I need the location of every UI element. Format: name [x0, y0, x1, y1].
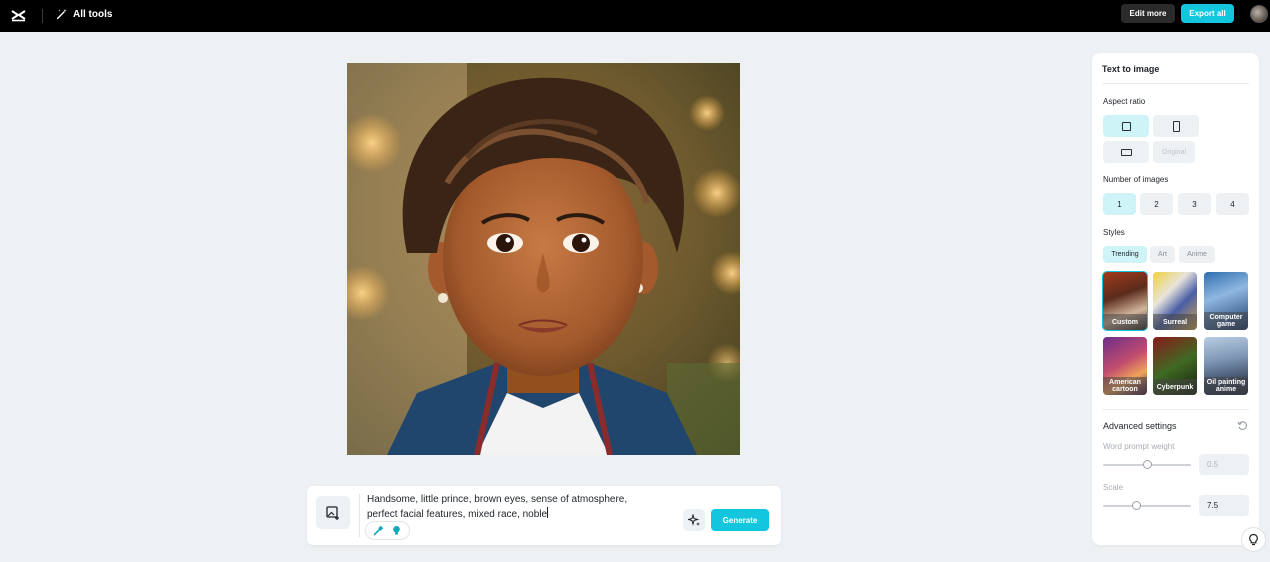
style-label: Custom: [1103, 314, 1147, 330]
divider: [359, 494, 360, 537]
portrait-ratio-icon: [1172, 120, 1180, 132]
style-card-cyberpunk[interactable]: Cyberpunk: [1153, 337, 1197, 395]
prompt-input[interactable]: Handsome, little prince, brown eyes, sen…: [367, 493, 667, 522]
style-card-american-cartoon[interactable]: American cartoon: [1103, 337, 1147, 395]
styles-label: Styles: [1103, 228, 1125, 237]
prompt-box: Handsome, little prince, brown eyes, sen…: [307, 486, 781, 545]
reset-icon[interactable]: [1237, 420, 1248, 431]
divider: [1102, 83, 1249, 84]
num-images-option-2[interactable]: 2: [1140, 193, 1173, 215]
lightbulb-icon: [1249, 533, 1258, 546]
scale-value[interactable]: 7.5: [1199, 495, 1249, 516]
help-button[interactable]: [1241, 527, 1266, 552]
aspect-landscape-option[interactable]: [1103, 141, 1149, 163]
magic-enhance-button[interactable]: [683, 509, 705, 531]
text-caret: [547, 507, 549, 518]
advanced-settings-label[interactable]: Advanced settings: [1103, 421, 1177, 431]
lightbulb-icon[interactable]: [391, 525, 402, 536]
sparkle-icon: [687, 513, 700, 526]
avatar[interactable]: [1250, 5, 1268, 23]
word-weight-slider-thumb[interactable]: [1142, 460, 1152, 469]
style-label: American cartoon: [1103, 377, 1147, 395]
image-add-icon: [326, 505, 339, 520]
square-ratio-icon: [1121, 121, 1131, 131]
aspect-original-option[interactable]: Original: [1153, 141, 1195, 163]
num-images-option-1[interactable]: 1: [1103, 193, 1136, 215]
num-images-option-4[interactable]: 4: [1216, 193, 1249, 215]
landscape-ratio-icon: [1120, 148, 1132, 156]
style-label: Surreal: [1153, 314, 1197, 330]
style-label: Computer game: [1204, 312, 1248, 330]
style-card-computer-game[interactable]: Computer game: [1204, 272, 1248, 330]
scale-label: Scale: [1103, 483, 1124, 492]
export-all-button[interactable]: Export all: [1181, 4, 1234, 23]
capcut-logo-icon[interactable]: [10, 7, 27, 24]
style-label: Cyberpunk: [1153, 379, 1197, 395]
all-tools-label: All tools: [73, 8, 113, 20]
num-images-option-3[interactable]: 3: [1178, 193, 1211, 215]
magic-wand-icon: [56, 9, 67, 20]
divider: [42, 9, 43, 23]
style-card-oil-painting-anime[interactable]: Oil painting anime: [1204, 337, 1248, 395]
style-card-custom[interactable]: Custom: [1102, 271, 1148, 331]
prompt-tools: [365, 521, 410, 540]
style-label: Oil painting anime: [1204, 377, 1248, 395]
aspect-portrait-option[interactable]: [1153, 115, 1199, 137]
prompt-text-value: Handsome, little prince, brown eyes, sen…: [367, 494, 628, 520]
number-of-images-label: Number of images: [1103, 175, 1169, 184]
generated-portrait-image[interactable]: [347, 63, 740, 455]
scale-slider-thumb[interactable]: [1131, 501, 1141, 510]
tab-art[interactable]: Art: [1150, 246, 1175, 263]
all-tools-button[interactable]: All tools: [56, 8, 112, 20]
text-to-image-panel: Text to image Aspect ratio Original Numb…: [1092, 53, 1259, 545]
style-card-surreal[interactable]: Surreal: [1153, 272, 1197, 330]
edit-more-button[interactable]: Edit more: [1121, 4, 1175, 23]
panel-title: Text to image: [1102, 64, 1160, 74]
scale-slider[interactable]: [1103, 505, 1191, 507]
word-prompt-weight-label: Word prompt weight: [1103, 442, 1175, 451]
add-reference-image-button[interactable]: [316, 496, 350, 529]
divider: [1102, 409, 1249, 410]
aspect-ratio-label: Aspect ratio: [1103, 97, 1146, 106]
tab-anime[interactable]: Anime: [1179, 246, 1215, 263]
prompt-enhance-icon[interactable]: [373, 525, 384, 536]
tab-trending[interactable]: Trending: [1103, 246, 1147, 263]
portrait-illustration: [347, 63, 740, 455]
aspect-square-option[interactable]: [1103, 115, 1149, 137]
top-bar: All tools Edit more Export all: [0, 0, 1270, 32]
word-weight-value[interactable]: 0.5: [1199, 454, 1249, 475]
generate-button[interactable]: Generate: [711, 509, 769, 531]
